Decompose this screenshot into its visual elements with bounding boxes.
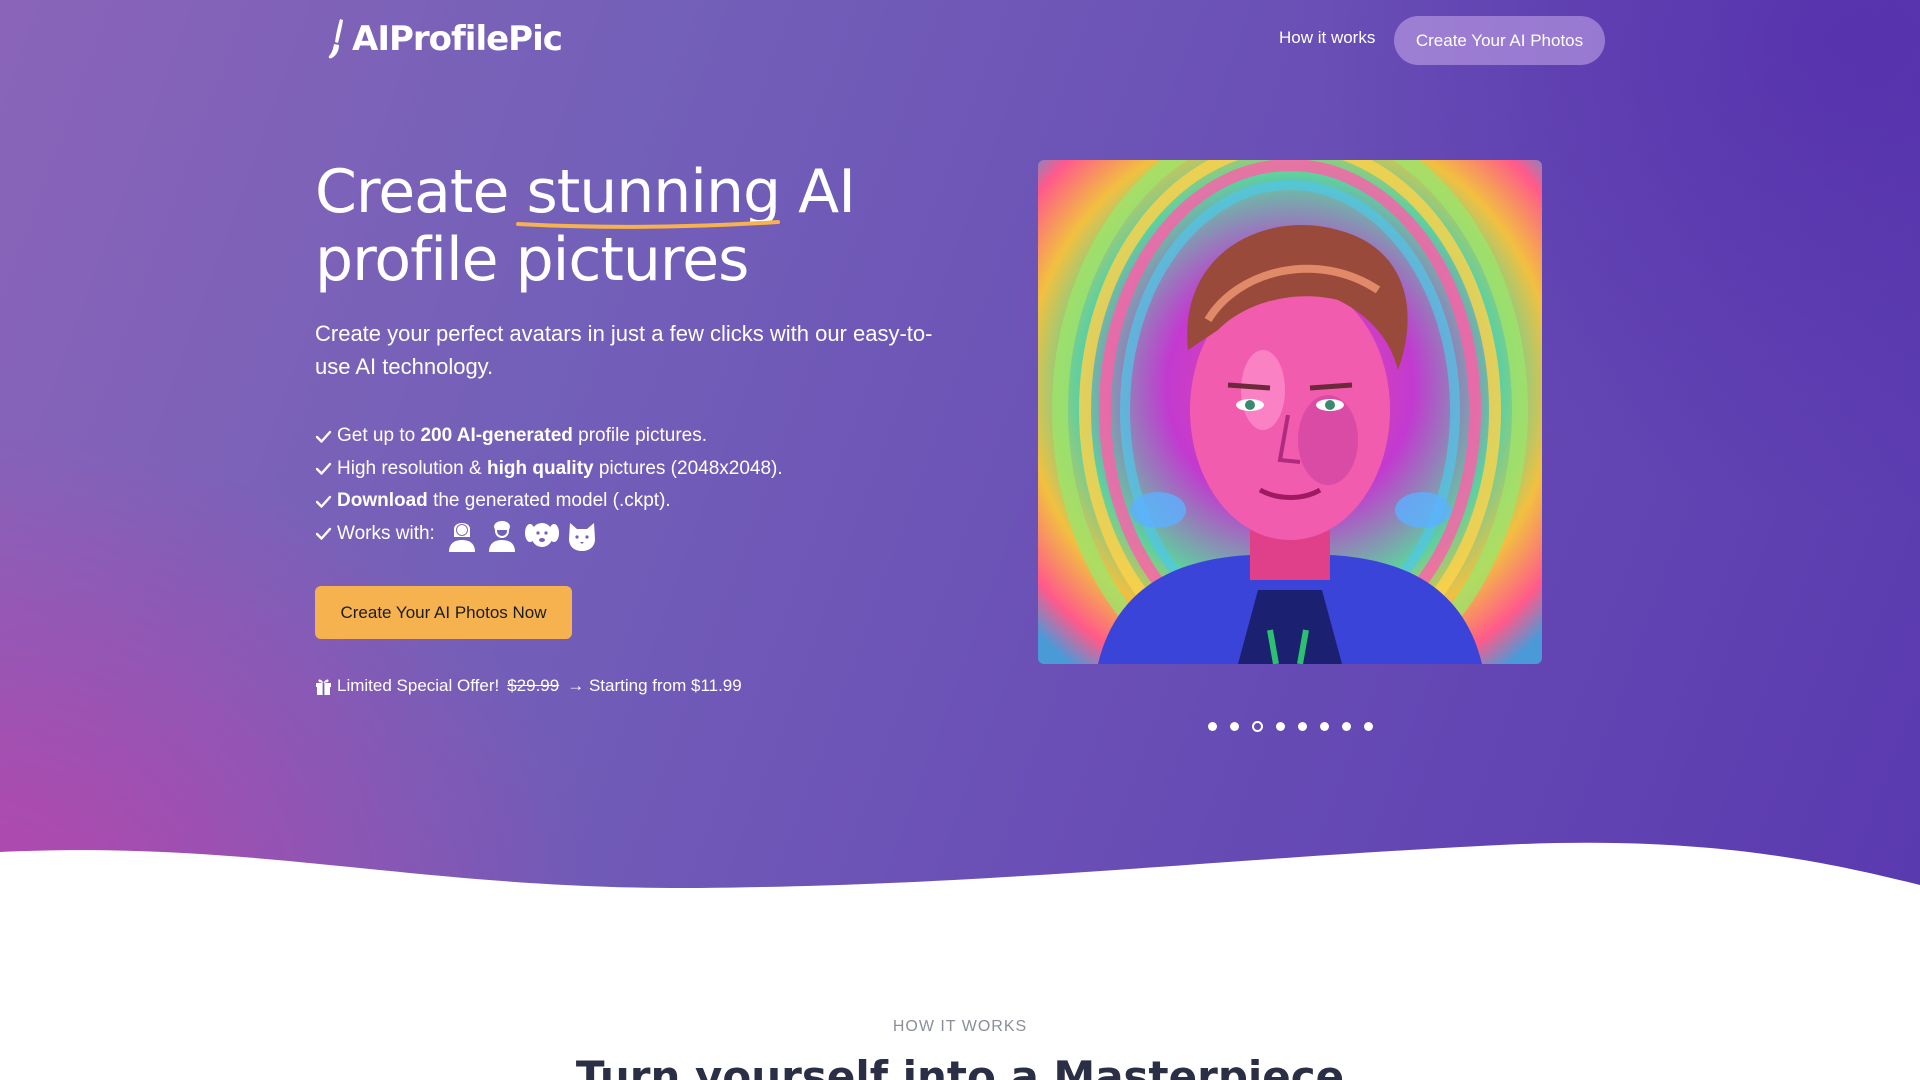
- nav-how-it-works-link[interactable]: How it works: [1279, 28, 1375, 48]
- carousel-dot[interactable]: [1208, 722, 1217, 731]
- check-icon: [315, 463, 332, 475]
- gift-icon: [316, 679, 331, 695]
- logo[interactable]: AIProfilePic: [326, 18, 563, 60]
- cat-icon: [568, 522, 595, 551]
- feature-text-bold: Download: [337, 490, 428, 512]
- headline-line-2: profile pictures: [315, 225, 749, 295]
- hero-headline: Create stunning AI profile pictures: [315, 158, 995, 294]
- feature-item: Get up to 200 AI-generated profile pictu…: [315, 420, 783, 453]
- hero-section: [0, 0, 1920, 900]
- feature-item: Download the generated model (.ckpt).: [315, 485, 783, 518]
- feature-item: High resolution & high quality pictures …: [315, 453, 783, 486]
- carousel-dot[interactable]: [1342, 722, 1351, 731]
- woman-icon: [448, 522, 475, 552]
- top-navbar: AIProfilePic How it works Create Your AI…: [0, 0, 1920, 80]
- section-title: Turn yourself into a Masterpiece: [575, 1052, 1345, 1080]
- logo-text: AIProfilePic: [352, 19, 563, 59]
- feature-text-bold: high quality: [486, 457, 594, 479]
- feature-text-suffix: pictures (2048x2048).: [598, 457, 783, 479]
- carousel-dots: [1208, 721, 1373, 732]
- carousel-dot-active[interactable]: [1252, 721, 1263, 732]
- feature-text-suffix: the generated model (.ckpt).: [433, 490, 671, 512]
- check-icon: [315, 528, 332, 540]
- carousel-dot[interactable]: [1230, 722, 1239, 731]
- headline-part-1: Create: [315, 157, 527, 227]
- carousel-dot[interactable]: [1276, 722, 1285, 731]
- carousel-dot[interactable]: [1364, 722, 1373, 731]
- carousel-dot[interactable]: [1298, 722, 1307, 731]
- feature-text-bold: 200 AI-generated: [420, 425, 573, 447]
- feature-item-works-with: Works with:: [315, 515, 783, 553]
- offer-label: Limited Special Offer!: [337, 676, 500, 695]
- headline-emphasis: stunning: [516, 158, 781, 229]
- offer-arrow: →: [567, 676, 585, 695]
- dog-icon: [524, 522, 559, 547]
- feature-text-suffix: profile pictures.: [578, 425, 707, 447]
- section-eyebrow: HOW IT WORKS: [892, 1018, 1028, 1035]
- nav-create-photos-button[interactable]: Create Your AI Photos: [1394, 16, 1605, 65]
- underline-stroke: [516, 220, 781, 229]
- brush-icon: [328, 19, 343, 59]
- check-icon: [315, 495, 332, 508]
- portrait-art: [1038, 160, 1542, 664]
- hero-subheading: Create your perfect avatars in just a fe…: [315, 321, 933, 379]
- offer-old-price: $29.99: [507, 676, 560, 695]
- special-offer: Limited Special Offer! $29.99 → Starting…: [315, 676, 742, 696]
- hero-wave-divider: [0, 842, 1920, 930]
- offer-new-price: Starting from $11.99: [588, 676, 742, 695]
- man-icon: [488, 520, 515, 552]
- create-photos-now-button[interactable]: Create Your AI Photos Now: [315, 586, 572, 639]
- works-with-icons: [445, 515, 599, 553]
- feature-list: Get up to 200 AI-generated profile pictu…: [315, 420, 783, 553]
- works-with-label: Works with:: [337, 522, 435, 544]
- headline-part-2: AI: [780, 157, 856, 227]
- carousel-dot[interactable]: [1320, 722, 1329, 731]
- feature-text-prefix: Get up to: [337, 425, 416, 447]
- check-icon: [315, 430, 332, 443]
- feature-text-prefix: High resolution &: [337, 457, 482, 479]
- carousel-portrait-image[interactable]: [1038, 160, 1542, 664]
